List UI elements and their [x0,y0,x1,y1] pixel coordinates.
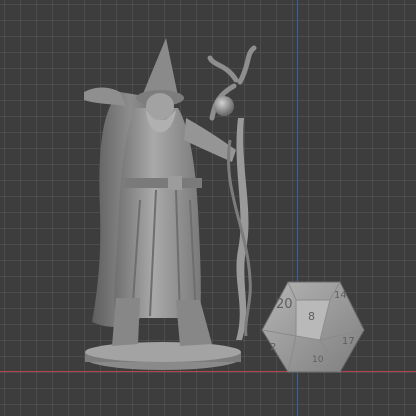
staff-orb [214,96,234,116]
die-face-label: 2 [270,342,276,353]
die-face-label: 17 [342,336,355,347]
left-boot [112,298,140,346]
die-face-label: 8 [308,310,315,323]
wizard-miniature[interactable] [84,38,241,370]
die-face-label: 14 [334,290,347,301]
staff[interactable] [207,45,257,340]
3d-viewport[interactable]: 20 8 14 2 17 10 [0,0,416,416]
die-face-label: 10 [312,355,324,365]
belt [124,178,202,188]
wizard-face [146,93,174,119]
die-face-label: 20 [276,297,293,312]
right-boot [176,300,212,346]
wizard-hat [142,38,178,96]
d20-die[interactable]: 20 8 14 2 17 10 [261,281,365,373]
scene-canvas: 20 8 14 2 17 10 [84,38,365,373]
